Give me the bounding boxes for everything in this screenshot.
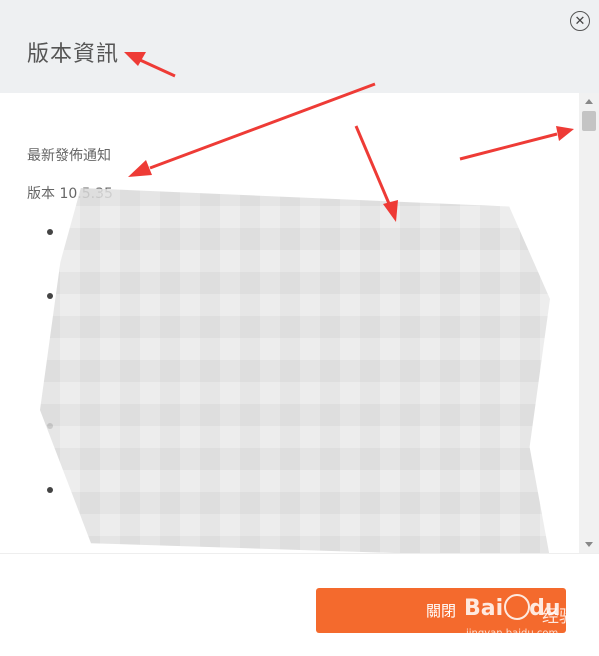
redacted-area: [40, 188, 550, 553]
bullet-icon: [47, 487, 53, 493]
scroll-thumb[interactable]: [582, 111, 596, 131]
dialog-header: 版本資訊 ✕: [0, 0, 599, 93]
dialog-title: 版本資訊: [27, 42, 120, 67]
bullet-icon: [47, 293, 53, 299]
release-notes-content[interactable]: 最新發佈通知 版本 10.5.35: [0, 93, 579, 553]
scroll-up-icon[interactable]: [585, 99, 593, 104]
release-notes-heading: 最新發佈通知: [27, 148, 111, 164]
vertical-scrollbar[interactable]: [579, 93, 599, 553]
watermark-url: jingyan.baidu.com: [466, 628, 559, 639]
version-info-dialog: 版本資訊 ✕ 最新發佈通知 版本 10.5.35 關閉 Bai du 经验 ji…: [0, 0, 599, 656]
scroll-down-icon[interactable]: [585, 542, 593, 547]
bullet-icon: [47, 229, 53, 235]
watermark-logo: Bai du 经验 jingyan.baidu.com: [456, 590, 596, 650]
watermark-sub: 经验: [542, 607, 576, 627]
paw-icon: [504, 594, 530, 620]
close-icon[interactable]: ✕: [570, 11, 590, 31]
